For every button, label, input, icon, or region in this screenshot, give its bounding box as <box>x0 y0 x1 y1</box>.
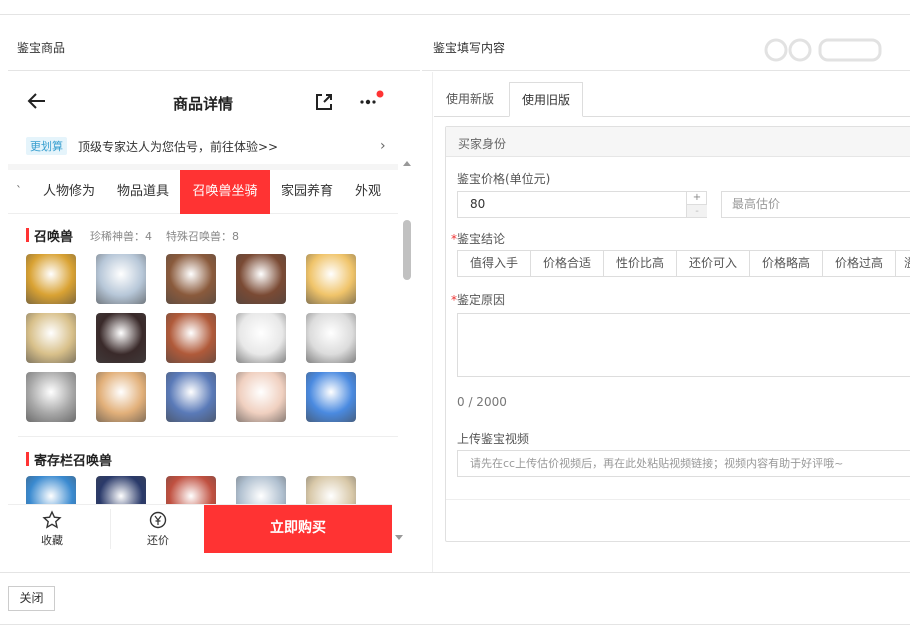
chevron-right-icon: › <box>380 138 386 154</box>
max-price-input[interactable]: 最高估价 <box>721 191 910 218</box>
reason-label-text: 鉴定原因 <box>457 293 506 307</box>
scrollbar-thumb[interactable] <box>403 220 411 280</box>
right-section-title: 鉴宝填写内容 <box>433 41 506 55</box>
tab-new-version[interactable]: 使用新版 <box>434 82 506 117</box>
favorite-label: 收藏 <box>41 534 63 547</box>
special-count: 特殊召唤兽：8 <box>166 230 239 243</box>
pet-avatar[interactable] <box>26 372 76 422</box>
phone-page-title: 商品详情 <box>172 95 233 113</box>
section-accent-bar <box>26 452 29 466</box>
favorite-button[interactable]: 收藏 <box>32 510 72 548</box>
pet-avatar[interactable] <box>26 254 76 304</box>
pet-avatar[interactable] <box>166 372 216 422</box>
bottom-divider <box>0 624 910 625</box>
pet-avatar[interactable] <box>166 254 216 304</box>
more-dots-icon[interactable] <box>358 90 384 112</box>
appraisal-form: 买家身份 鉴宝价格(单位元) 80 + - 最高估价 *鉴宝结论 值得入手 价格… <box>445 126 910 542</box>
video-link-input[interactable]: 请先在cc上传估价视频后，再在此处粘贴视频链接；视频内容有助于好评哦~ <box>457 450 910 477</box>
form-version-tabs: 使用新版 使用旧版 <box>434 80 910 117</box>
share-icon[interactable] <box>313 91 335 113</box>
pet-avatar[interactable] <box>306 372 356 422</box>
conclusion-label: *鉴宝结论 <box>451 230 505 247</box>
star-icon <box>42 510 62 529</box>
scroll-up-arrow-icon[interactable] <box>403 161 411 166</box>
pet-avatar[interactable] <box>96 254 146 304</box>
char-count: 0 / 2000 <box>457 395 507 409</box>
conclusion-option-3[interactable]: 性价比高 <box>603 250 677 277</box>
decrement-button[interactable]: - <box>687 204 707 217</box>
right-header-divider <box>422 70 910 71</box>
pet-avatar[interactable] <box>96 372 146 422</box>
phone-header: 商品详情 <box>8 72 398 126</box>
increment-button[interactable]: + <box>687 191 707 204</box>
left-header-divider <box>8 70 420 71</box>
footer-divider <box>0 572 910 573</box>
banner-tag: 更划算 <box>26 137 67 155</box>
section-accent-bar <box>26 228 29 242</box>
stash-title: 寄存栏召唤兽 <box>34 454 113 469</box>
rare-count: 珍稀神兽：4 <box>90 230 152 243</box>
conclusion-option-4[interactable]: 还价可入 <box>676 250 750 277</box>
pet-avatar[interactable] <box>96 313 146 363</box>
top-divider <box>0 14 910 15</box>
watermark-logo-icon <box>764 38 882 62</box>
video-label: 上传鉴宝视频 <box>457 432 530 446</box>
conclusion-option-5[interactable]: 价格略高 <box>749 250 823 277</box>
panel-divider <box>432 72 433 572</box>
pets-title: 召唤兽 <box>34 230 74 245</box>
buyer-identity-title: 买家身份 <box>458 137 507 151</box>
price-stepper[interactable]: + - <box>686 191 707 218</box>
bargain-button[interactable]: 还价 <box>138 510 178 548</box>
pet-avatar[interactable] <box>306 313 356 363</box>
tab-character[interactable]: 人物修为 <box>36 170 102 214</box>
pet-avatar[interactable] <box>166 313 216 363</box>
expert-banner[interactable]: 更划算 顶级专家达人为您估号，前往体验>> › <box>20 130 398 162</box>
buy-now-button[interactable]: 立即购买 <box>204 505 392 553</box>
close-button[interactable]: 关闭 <box>8 586 55 611</box>
action-divider <box>110 509 111 549</box>
buyer-identity-header: 买家身份 <box>446 127 910 157</box>
section-divider <box>18 436 398 437</box>
tab-summons-mounts[interactable]: 召唤兽坐骑 <box>180 170 270 214</box>
conclusion-option-7[interactable]: 溢 <box>895 250 910 277</box>
tab-overflow-mark: ` <box>16 184 22 198</box>
product-preview-panel: 商品详情 更划算 顶级专家达人为您估号，前往体验>> › ` 人物修为 物品道具… <box>8 72 412 570</box>
conclusion-option-1[interactable]: 值得入手 <box>457 250 531 277</box>
form-bottom-divider <box>446 499 910 500</box>
price-label: 鉴宝价格(单位元) <box>457 172 551 186</box>
reason-label: *鉴定原因 <box>451 291 505 308</box>
tab-old-version[interactable]: 使用旧版 <box>509 82 584 117</box>
conclusion-option-6[interactable]: 价格过高 <box>822 250 896 277</box>
bargain-label: 还价 <box>147 534 169 547</box>
banner-text: 顶级专家达人为您估号，前往体验>> <box>78 140 279 154</box>
pet-avatar[interactable] <box>236 254 286 304</box>
category-tabs: ` 人物修为 物品道具 召唤兽坐骑 家园养育 外观 <box>8 170 398 214</box>
conclusion-label-text: 鉴宝结论 <box>457 232 506 246</box>
phone-action-bar: 收藏 还价 立即购买 <box>8 504 392 553</box>
yuan-coin-icon <box>149 511 167 529</box>
tab-appearance[interactable]: 外观 <box>348 170 388 214</box>
tab-home[interactable]: 家园养育 <box>274 170 340 214</box>
tab-items[interactable]: 物品道具 <box>108 170 178 214</box>
left-section-title: 鉴宝商品 <box>17 41 66 55</box>
pet-avatar[interactable] <box>26 313 76 363</box>
pet-avatar[interactable] <box>236 313 286 363</box>
pet-avatar[interactable] <box>306 254 356 304</box>
scroll-down-arrow-icon[interactable] <box>395 535 403 540</box>
reason-textarea[interactable] <box>457 313 910 377</box>
pet-avatar[interactable] <box>236 372 286 422</box>
conclusion-option-2[interactable]: 价格合适 <box>530 250 604 277</box>
price-input[interactable]: 80 <box>457 191 707 218</box>
